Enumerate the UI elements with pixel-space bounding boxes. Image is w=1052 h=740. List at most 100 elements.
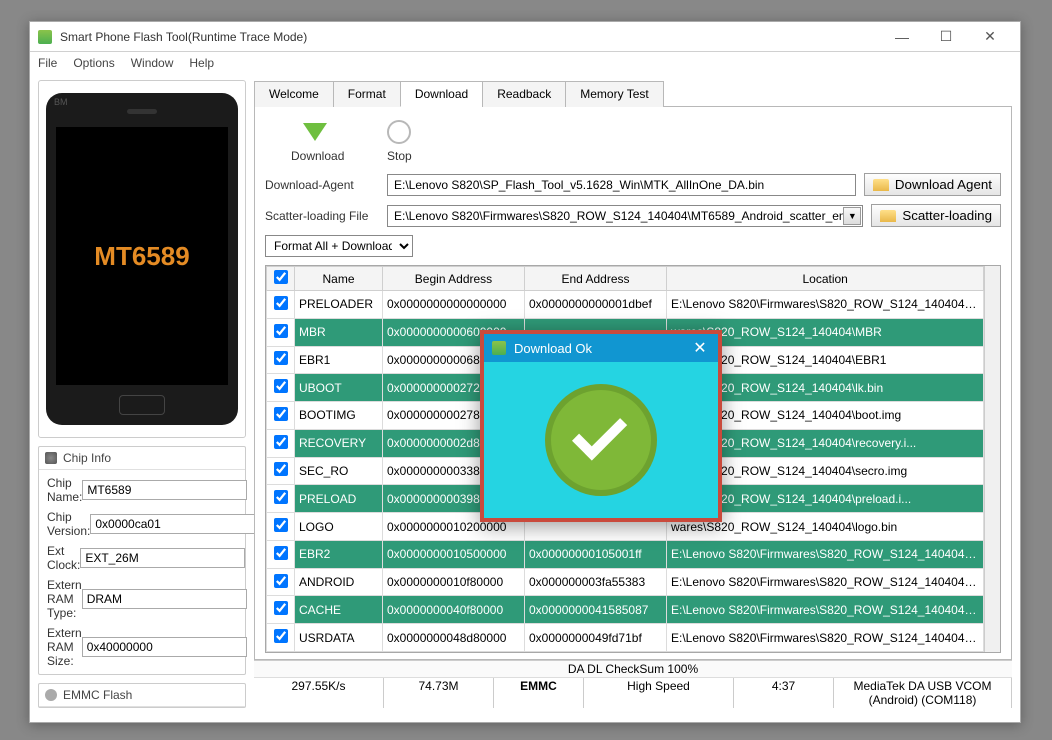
row-checkbox[interactable] — [274, 601, 288, 615]
row-checkbox[interactable] — [274, 296, 288, 310]
row-checkbox[interactable] — [274, 407, 288, 421]
col-name: Name — [295, 267, 383, 291]
row-name: EBR1 — [295, 346, 383, 374]
row-location: E:\Lenovo S820\Firmwares\S820_ROW_S124_1… — [667, 624, 984, 652]
dialog-title: Download Ok — [514, 341, 690, 356]
ram-type-value[interactable] — [82, 589, 247, 609]
row-name: PRELOAD — [295, 485, 383, 513]
tab-readback[interactable]: Readback — [482, 81, 566, 107]
status-mode: High Speed — [584, 678, 734, 708]
row-begin: 0x0000000000000000 — [383, 291, 525, 319]
scatter-loading-button[interactable]: Scatter-loading — [871, 204, 1001, 227]
row-checkbox[interactable] — [274, 629, 288, 643]
stop-circle-icon — [387, 120, 411, 144]
menu-help[interactable]: Help — [189, 56, 214, 70]
row-checkbox[interactable] — [274, 379, 288, 393]
row-begin: 0x0000000010f80000 — [383, 568, 525, 596]
select-all-checkbox[interactable] — [274, 270, 288, 284]
phone-preview: BM MT6589 — [38, 80, 246, 438]
status-size: 74.73M — [384, 678, 494, 708]
success-check-icon — [545, 384, 657, 496]
phone-bm-label: BM — [54, 97, 68, 107]
stop-tool-button[interactable]: Stop — [384, 117, 414, 163]
row-name: MBR — [295, 318, 383, 346]
ext-clock-label: Ext Clock: — [47, 544, 80, 572]
table-row[interactable]: USRDATA0x0000000048d800000x0000000049fd7… — [267, 624, 984, 652]
row-checkbox[interactable] — [274, 351, 288, 365]
row-checkbox[interactable] — [274, 490, 288, 504]
download-agent-input[interactable] — [387, 174, 856, 196]
row-checkbox[interactable] — [274, 462, 288, 476]
download-mode-select[interactable]: Format All + Download — [265, 235, 413, 257]
dialog-close-button[interactable]: ✕ — [690, 338, 710, 358]
resize-grip[interactable] — [254, 708, 1012, 722]
row-checkbox[interactable] — [274, 574, 288, 588]
row-checkbox[interactable] — [274, 518, 288, 532]
table-row[interactable]: EBR20x00000000105000000x00000000105001ff… — [267, 540, 984, 568]
download-tool-button[interactable]: Download — [291, 117, 344, 163]
table-row[interactable]: ANDROID0x0000000010f800000x000000003fa55… — [267, 568, 984, 596]
col-location: Location — [667, 267, 984, 291]
status-time: 4:37 — [734, 678, 834, 708]
scatter-dropdown-button[interactable]: ▼ — [843, 207, 861, 225]
chip-name-label: Chip Name: — [47, 476, 82, 504]
row-end: 0x000000003fa55383 — [525, 568, 667, 596]
chip-name-value[interactable] — [82, 480, 247, 500]
tab-format[interactable]: Format — [333, 81, 401, 107]
ram-type-label: Extern RAM Type: — [47, 578, 82, 620]
emmc-title: EMMC Flash — [63, 688, 132, 702]
tab-memory-test[interactable]: Memory Test — [565, 81, 663, 107]
ram-size-label: Extern RAM Size: — [47, 626, 82, 668]
scatter-file-input[interactable] — [387, 205, 863, 227]
close-button[interactable]: ✕ — [968, 22, 1012, 52]
gear-icon — [45, 689, 57, 701]
tab-welcome[interactable]: Welcome — [254, 81, 334, 107]
menu-options[interactable]: Options — [73, 56, 114, 70]
row-name: EBR2 — [295, 540, 383, 568]
table-row[interactable]: PRELOADER0x00000000000000000x00000000000… — [267, 291, 984, 319]
chip-info-panel: Chip Info Chip Name: Chip Version: Ext C… — [38, 446, 246, 675]
table-row[interactable]: CACHE0x0000000040f800000x000000004158508… — [267, 596, 984, 624]
status-checksum: DA DL CheckSum 100% — [254, 661, 1012, 678]
row-end: 0x0000000049fd71bf — [525, 624, 667, 652]
col-begin: Begin Address — [383, 267, 525, 291]
row-checkbox[interactable] — [274, 324, 288, 338]
menu-window[interactable]: Window — [131, 56, 174, 70]
row-end: 0x00000000105001ff — [525, 540, 667, 568]
row-name: USRDATA — [295, 624, 383, 652]
row-begin: 0x0000000048d80000 — [383, 624, 525, 652]
menu-file[interactable]: File — [38, 56, 57, 70]
download-agent-button[interactable]: Download Agent — [864, 173, 1001, 196]
row-location: E:\Lenovo S820\Firmwares\S820_ROW_S124_1… — [667, 596, 984, 624]
tab-download[interactable]: Download — [400, 81, 483, 107]
stop-tool-label: Stop — [387, 149, 412, 163]
phone-home-icon — [119, 395, 165, 415]
status-bar: DA DL CheckSum 100% 297.55K/s 74.73M EMM… — [254, 660, 1012, 708]
phone-chip-label: MT6589 — [94, 241, 189, 272]
row-name: CACHE — [295, 596, 383, 624]
ext-clock-value[interactable] — [80, 548, 245, 568]
row-end: 0x0000000000001dbef — [525, 291, 667, 319]
chip-icon — [45, 452, 57, 464]
row-checkbox[interactable] — [274, 546, 288, 560]
chip-version-value[interactable] — [90, 514, 255, 534]
row-name: UBOOT — [295, 374, 383, 402]
row-name: LOGO — [295, 513, 383, 541]
row-name: RECOVERY — [295, 429, 383, 457]
row-begin: 0x0000000010500000 — [383, 540, 525, 568]
download-arrow-icon — [303, 123, 327, 141]
download-ok-dialog: Download Ok ✕ — [480, 330, 722, 522]
status-port: MediaTek DA USB VCOM (Android) (COM118) — [834, 678, 1012, 708]
maximize-button[interactable]: ☐ — [924, 22, 968, 52]
ram-size-value[interactable] — [82, 637, 247, 657]
dialog-app-icon — [492, 341, 506, 355]
folder-icon — [880, 210, 896, 222]
row-checkbox[interactable] — [274, 435, 288, 449]
row-name: PRELOADER — [295, 291, 383, 319]
window-title: Smart Phone Flash Tool(Runtime Trace Mod… — [60, 30, 880, 44]
titlebar: Smart Phone Flash Tool(Runtime Trace Mod… — [30, 22, 1020, 52]
minimize-button[interactable]: — — [880, 22, 924, 52]
vertical-scrollbar[interactable] — [984, 266, 1000, 652]
menubar: File Options Window Help — [30, 52, 1020, 74]
download-tool-label: Download — [291, 149, 344, 163]
